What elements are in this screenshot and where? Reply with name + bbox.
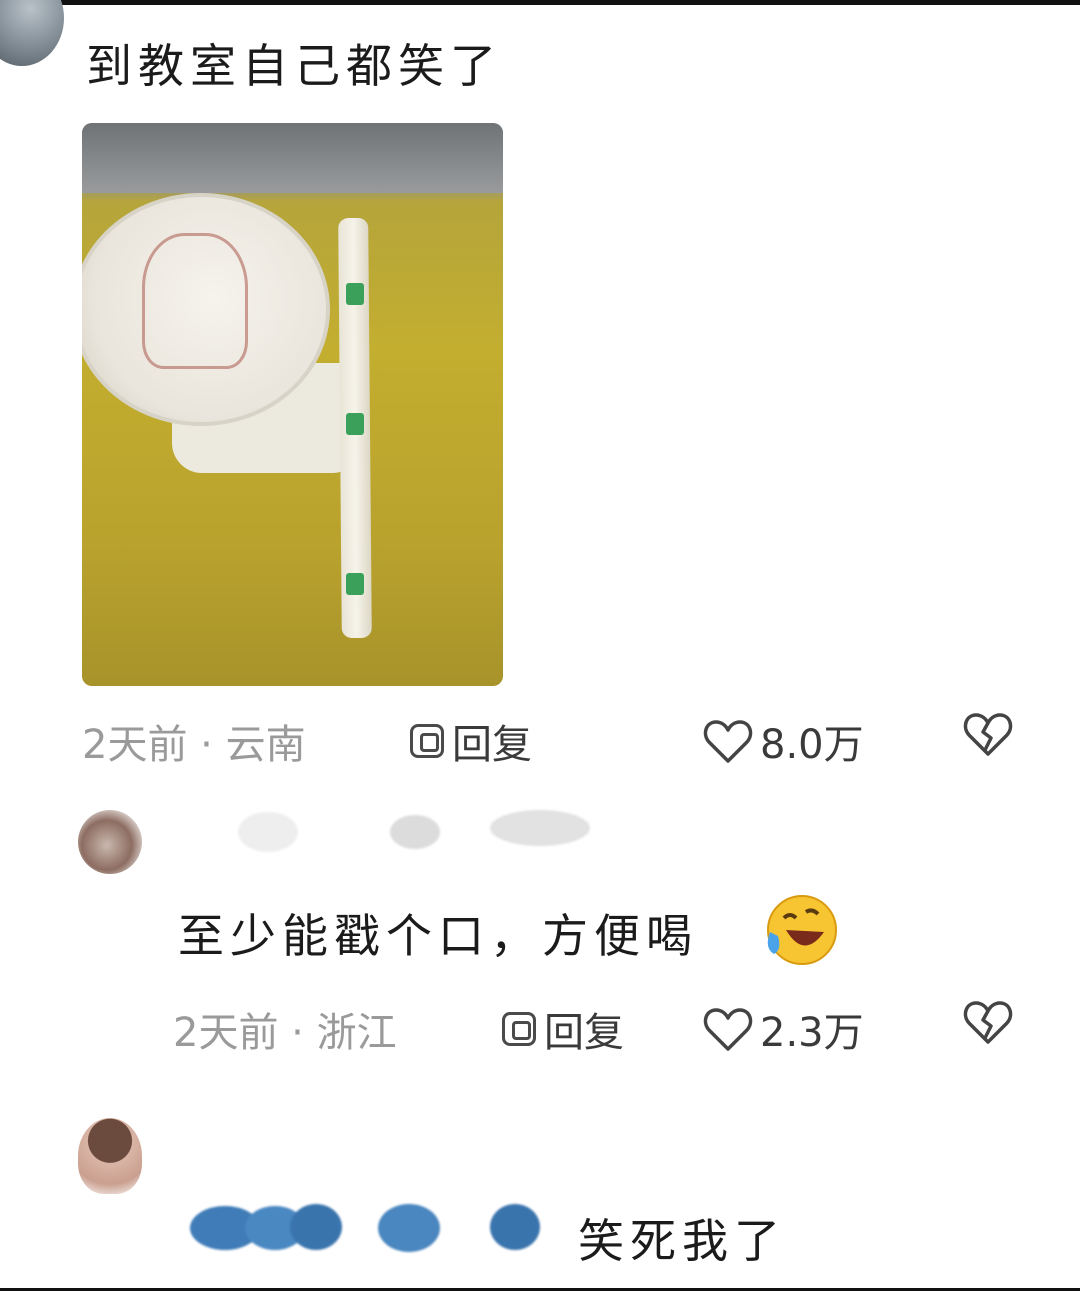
like-count: 2.3万 xyxy=(760,1010,864,1056)
reply-icon xyxy=(410,724,444,758)
avatar[interactable] xyxy=(78,1118,142,1194)
comment-time-location: 2天前 · 云南 xyxy=(82,722,306,768)
dislike-button[interactable] xyxy=(962,710,1014,768)
redacted-emoji xyxy=(490,1204,540,1250)
like-button[interactable]: 8.0万 xyxy=(702,712,864,770)
avatar[interactable] xyxy=(78,810,142,874)
like-button[interactable]: 2.3万 xyxy=(702,1000,864,1058)
reply-icon xyxy=(502,1012,536,1046)
reply-button[interactable]: 回复 xyxy=(410,712,532,770)
redacted-username xyxy=(390,815,440,849)
desk-edge xyxy=(82,123,503,193)
comment-text: 到教室自己都笑了 xyxy=(86,39,502,93)
dislike-button[interactable] xyxy=(962,998,1014,1056)
comment-text: 至少能戳个口，方便喝 xyxy=(178,909,698,963)
top-frame-edge xyxy=(0,0,1080,5)
comment-text: 笑死我了 xyxy=(578,1214,786,1268)
straw-print xyxy=(346,283,364,305)
redacted-emoji xyxy=(290,1204,342,1250)
comment-time-location: 2天前 · 浙江 xyxy=(173,1010,397,1056)
heart-icon xyxy=(703,720,753,763)
redacted-username xyxy=(238,812,298,852)
heart-icon xyxy=(703,1008,753,1051)
straw-print xyxy=(346,573,364,595)
comment-photo[interactable] xyxy=(82,123,503,686)
straw-print xyxy=(346,413,364,435)
avatar[interactable] xyxy=(0,0,64,66)
redacted-emoji xyxy=(378,1204,440,1252)
lid-illustration xyxy=(142,233,248,369)
like-count: 8.0万 xyxy=(760,722,864,768)
reply-button[interactable]: 回复 xyxy=(502,1000,624,1058)
redacted-username xyxy=(490,810,590,846)
broken-heart-icon xyxy=(963,1001,1013,1044)
broken-heart-icon xyxy=(963,713,1013,756)
reply-label: 回复 xyxy=(544,1010,624,1056)
laughing-emoji-icon xyxy=(767,895,837,965)
reply-label: 回复 xyxy=(452,722,532,768)
